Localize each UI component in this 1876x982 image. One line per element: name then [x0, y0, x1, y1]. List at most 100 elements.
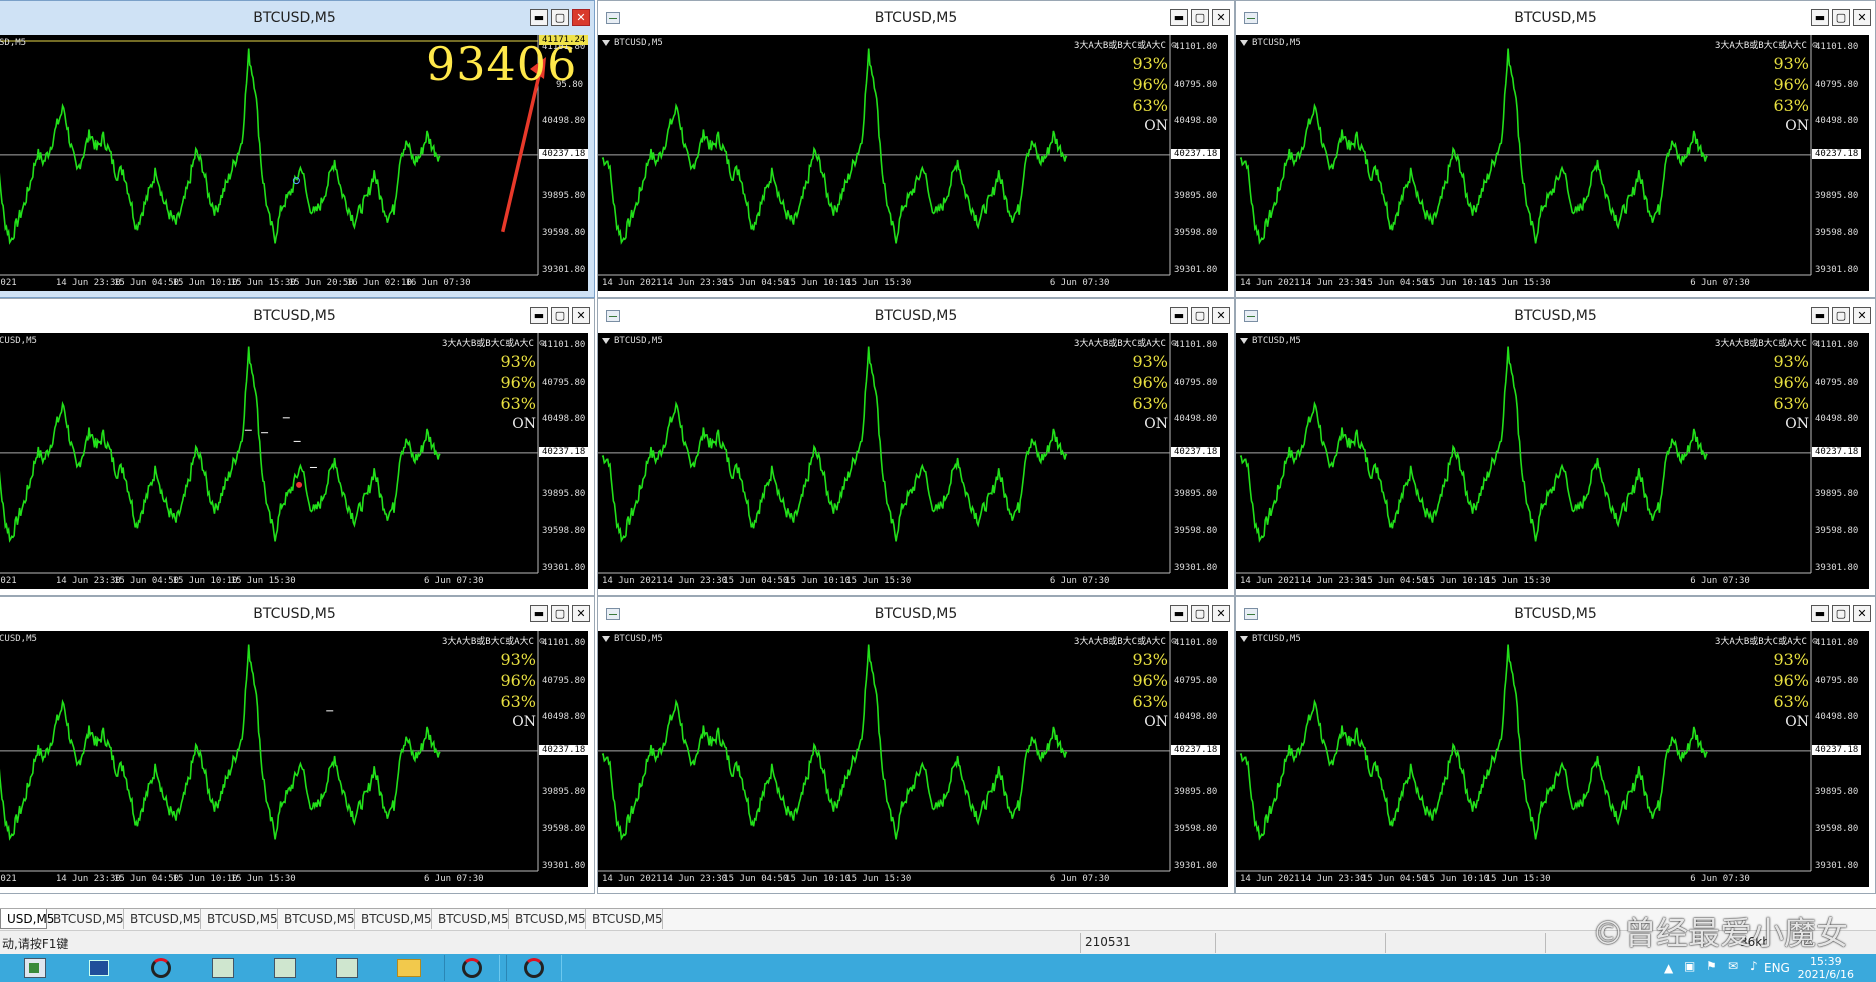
price-axis-label: 40795.80	[1815, 377, 1859, 388]
chart-titlebar[interactable]: BTCUSD,M5 ▬ ▢ ✕	[0, 1, 594, 35]
chart-titlebar[interactable]: BTCUSD,M5 ▬ ▢ ✕	[0, 299, 594, 333]
chart-tab[interactable]: BTCUSD,M5	[586, 909, 663, 929]
current-price-tag: 40237.18	[539, 148, 589, 159]
price-chart[interactable]: BTCUSD,M5 3大A大B或B大C或A大C ☺ 93% 96% 63% ON 41101…	[598, 35, 1228, 291]
chart-titlebar[interactable]: BTCUSD,M5 ▬ ▢ ✕	[1236, 597, 1875, 631]
close-button[interactable]: ✕	[1853, 307, 1871, 324]
chart-tab[interactable]: BTCUSD,M5	[509, 909, 586, 929]
time-axis-label: 2021	[0, 576, 17, 586]
chart-symbol-label: BTCUSD,M5	[1240, 336, 1301, 346]
language-indicator[interactable]: ENG	[1764, 961, 1790, 975]
chart-window-9[interactable]: BTCUSD,M5 ▬ ▢ ✕ BTCUSD,M5 3大A大B或B大C或A大C ☺ 93% 9…	[1235, 596, 1876, 894]
time-axis-label: 16 Jun 07:30	[405, 278, 471, 288]
show-hidden-icons[interactable]: ▲	[1664, 961, 1673, 975]
chart-tab[interactable]: BTCUSD,M5	[47, 909, 124, 929]
time-axis-label: 15 Jun 15:30	[1485, 576, 1551, 586]
close-button[interactable]: ✕	[572, 9, 590, 26]
minimize-button[interactable]: ▬	[530, 605, 548, 622]
powershell-button[interactable]	[72, 955, 126, 981]
metatrader-icon	[151, 958, 171, 978]
chart-window-2[interactable]: BTCUSD,M5 ▬ ▢ ✕ BTCUSD,M5 3大A大B或B大C或A大C ☺ 93% 9…	[597, 0, 1235, 298]
price-chart[interactable]: BTCUSD,M5 3大A大B或B大C或A大C ☺ 93% 96% 63% ON 41101…	[1236, 631, 1869, 887]
chart-window-1[interactable]: BTCUSD,M5 ▬ ▢ ✕ SD,M5 93406 41101.80 95.80 40498…	[0, 0, 595, 298]
close-button[interactable]: ✕	[1212, 605, 1230, 622]
indicator-label: 3大A大B或B大C或A大C ☺	[442, 339, 545, 349]
chart-tab[interactable]: USD,M5	[0, 909, 54, 929]
price-axis-label: 40498.80	[542, 414, 586, 425]
minimize-button[interactable]: ▬	[1811, 307, 1829, 324]
maximize-button[interactable]: ▢	[551, 9, 569, 26]
time-axis-label: 15 Jun 15:30	[1485, 278, 1551, 288]
maximize-button[interactable]: ▢	[1832, 9, 1850, 26]
maximize-button[interactable]: ▢	[1191, 9, 1209, 26]
minimize-button[interactable]: ▬	[1170, 9, 1188, 26]
price-chart[interactable]: CUSD,M5 3大A大B或B大C或A大C ☺ 93% 96% 63% ON 41101.8…	[0, 333, 589, 589]
chart-window-5[interactable]: BTCUSD,M5 ▬ ▢ ✕ BTCUSD,M5 3大A大B或B大C或A大C ☺ 93% 9…	[597, 298, 1235, 596]
network-app-button-1[interactable]	[196, 955, 250, 981]
chart-titlebar[interactable]: BTCUSD,M5 ▬ ▢ ✕	[598, 1, 1234, 35]
metatrader-taskbar-button-2[interactable]	[444, 955, 500, 981]
maximize-button[interactable]: ▢	[551, 307, 569, 324]
minimize-button[interactable]: ▬	[530, 9, 548, 26]
chart-titlebar[interactable]: BTCUSD,M5 ▬ ▢ ✕	[598, 597, 1234, 631]
chart-tab[interactable]: BTCUSD,M5	[124, 909, 201, 929]
network-app-button-3[interactable]	[320, 955, 374, 981]
close-button[interactable]: ✕	[572, 307, 590, 324]
chart-tab[interactable]: BTCUSD,M5	[355, 909, 432, 929]
maximize-button[interactable]: ▢	[1832, 307, 1850, 324]
tray-icon-network[interactable]: ▣	[1684, 959, 1695, 973]
minimize-button[interactable]: ▬	[530, 307, 548, 324]
file-explorer-button[interactable]	[382, 955, 436, 981]
time-axis-label: 15 Jun 04:50	[723, 874, 789, 884]
chart-titlebar[interactable]: BTCUSD,M5 ▬ ▢ ✕	[1236, 1, 1875, 35]
close-button[interactable]: ✕	[1853, 605, 1871, 622]
tray-icon-volume[interactable]: ♪	[1750, 959, 1758, 973]
server-manager-button[interactable]	[8, 955, 62, 981]
maximize-button[interactable]: ▢	[1832, 605, 1850, 622]
tray-icon-flag[interactable]: ⚑	[1706, 959, 1717, 973]
maximize-button[interactable]: ▢	[1191, 605, 1209, 622]
chart-tab[interactable]: BTCUSD,M5	[278, 909, 355, 929]
close-button[interactable]: ✕	[1212, 9, 1230, 26]
minimize-button[interactable]: ▬	[1170, 307, 1188, 324]
tray-icon-action-center[interactable]: ✉	[1728, 959, 1738, 973]
price-chart[interactable]: BTCUSD,M5 3大A大B或B大C或A大C ☺ 93% 96% 63% ON 41101…	[1236, 333, 1869, 589]
network-app-icon	[336, 958, 358, 978]
close-button[interactable]: ✕	[1212, 307, 1230, 324]
chart-titlebar[interactable]: BTCUSD,M5 ▬ ▢ ✕	[0, 597, 594, 631]
minimize-button[interactable]: ▬	[1170, 605, 1188, 622]
metatrader-taskbar-button-1[interactable]	[134, 955, 188, 981]
chart-window-3[interactable]: BTCUSD,M5 ▬ ▢ ✕ BTCUSD,M5 3大A大B或B大C或A大C ☺ 93% 9…	[1235, 0, 1876, 298]
minimize-button[interactable]: ▬	[1811, 9, 1829, 26]
price-chart[interactable]: BTCUSD,M5 3大A大B或B大C或A大C ☺ 93% 96% 63% ON 41101…	[598, 333, 1228, 589]
close-button[interactable]: ✕	[572, 605, 590, 622]
network-app-button-2[interactable]	[258, 955, 312, 981]
chart-tab[interactable]: BTCUSD,M5	[432, 909, 509, 929]
chart-tab[interactable]: BTCUSD,M5	[201, 909, 278, 929]
chart-window-6[interactable]: BTCUSD,M5 ▬ ▢ ✕ BTCUSD,M5 3大A大B或B大C或A大C ☺ 93% 9…	[1235, 298, 1876, 596]
chart-window-7[interactable]: BTCUSD,M5 ▬ ▢ ✕ CUSD,M5 3大A大B或B大C或A大C ☺ 93% 96%…	[0, 596, 595, 894]
price-axis-label: 40498.80	[542, 712, 586, 723]
price-axis-label: 39895.80	[1815, 787, 1859, 798]
chart-titlebar[interactable]: BTCUSD,M5 ▬ ▢ ✕	[598, 299, 1234, 333]
price-axis-label: 39598.80	[1815, 526, 1859, 537]
stat-status: ON	[1785, 416, 1809, 432]
maximize-button[interactable]: ▢	[1191, 307, 1209, 324]
price-axis-label: 39895.80	[542, 787, 586, 798]
close-button[interactable]: ✕	[1853, 9, 1871, 26]
minimize-button[interactable]: ▬	[1811, 605, 1829, 622]
chart-window-4[interactable]: BTCUSD,M5 ▬ ▢ ✕ CUSD,M5 3大A大B或B大C或A大C ☺ 93% 96%…	[0, 298, 595, 596]
chart-symbol-text: BTCUSD,M5	[1252, 634, 1301, 644]
price-chart[interactable]: BTCUSD,M5 3大A大B或B大C或A大C ☺ 93% 96% 63% ON 41101…	[598, 631, 1228, 887]
chart-titlebar[interactable]: BTCUSD,M5 ▬ ▢ ✕	[1236, 299, 1875, 333]
taskbar-clock[interactable]: 15:39 2021/6/16	[1798, 955, 1854, 981]
metatrader-taskbar-button-3[interactable]	[506, 955, 562, 981]
traffic-status-text: 210531	[1085, 935, 1131, 949]
price-chart[interactable]: SD,M5 93406 41101.80 95.80 40498.80 40237.18 3…	[0, 35, 589, 291]
price-axis-label: 39895.80	[1174, 787, 1218, 798]
maximize-button[interactable]: ▢	[551, 605, 569, 622]
chart-window-8[interactable]: BTCUSD,M5 ▬ ▢ ✕ BTCUSD,M5 3大A大B或B大C或A大C ☺ 93% 9…	[597, 596, 1235, 894]
time-axis-label: 6 Jun 07:30	[423, 576, 484, 586]
price-chart[interactable]: CUSD,M5 3大A大B或B大C或A大C ☺ 93% 96% 63% ON 41101.8…	[0, 631, 589, 887]
price-chart[interactable]: BTCUSD,M5 3大A大B或B大C或A大C ☺ 93% 96% 63% ON 41101…	[1236, 35, 1869, 291]
